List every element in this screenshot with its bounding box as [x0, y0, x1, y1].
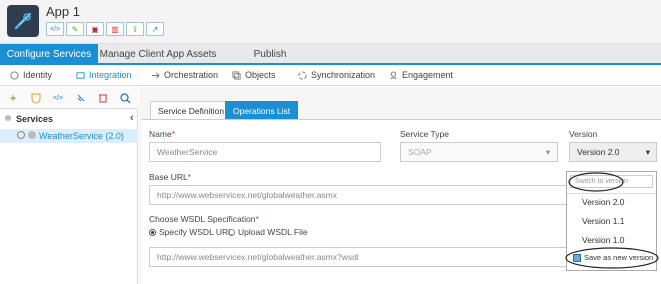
tab-manage-client-app-assets[interactable]: Manage Client App Assets: [98, 44, 218, 65]
edit-icon[interactable]: ✎: [66, 22, 84, 36]
base-url-label-text: Base URL: [149, 172, 188, 182]
radio-unselected-icon: [228, 228, 235, 236]
integration-icon: [76, 71, 85, 79]
menu-divider: [567, 193, 656, 194]
sidebar-toolbar: + </>: [0, 87, 138, 109]
base-url-input[interactable]: http://www.webservicex.net/globalweather…: [149, 185, 569, 205]
orchestration-icon: [151, 71, 160, 79]
version-option-1-0[interactable]: Version 1.0: [582, 235, 625, 245]
chevron-down-icon: ▾: [545, 147, 550, 157]
tab-configure-services[interactable]: Configure Services: [0, 44, 98, 65]
required-mark: *: [255, 214, 259, 224]
wsdl-url-radio-label: Specify WSDL URL: [159, 227, 233, 237]
wsdl-spec-label: Choose WSDL Specification*: [149, 214, 259, 224]
subnav-orchestration-label: Orchestration: [164, 70, 219, 80]
tab-publish[interactable]: Publish: [236, 44, 304, 65]
sub-navigation: Identity Integration Orchestration Objec…: [0, 66, 661, 86]
version-select[interactable]: Version 2.0 ▾: [569, 142, 657, 162]
app-header: App 1 </> ✎ ▣ ▥ ⇪ ↗: [0, 0, 661, 44]
objects-icon: [232, 70, 241, 80]
services-heading-label: Services: [16, 114, 54, 124]
name-label: Name*: [149, 129, 175, 139]
tab-service-definition[interactable]: Service Definition: [150, 101, 233, 119]
name-label-text: Name: [149, 129, 172, 139]
service-type-select[interactable]: SOAP ▾: [400, 142, 558, 162]
subnav-engagement-label: Engagement: [402, 70, 454, 80]
wsdl-spec-label-text: Choose WSDL Specification: [149, 214, 256, 224]
annotation-ellipse: [565, 247, 659, 269]
subnav-objects[interactable]: Objects: [232, 70, 276, 80]
subnav-engagement[interactable]: Engagement: [389, 70, 453, 80]
subnav-synchronization-label: Synchronization: [311, 70, 376, 80]
collapse-sidebar-icon[interactable]: ‹: [130, 112, 134, 124]
service-type-value: SOAP: [408, 147, 432, 157]
services-heading: Services ‹: [0, 112, 138, 127]
subnav-orchestration[interactable]: Orchestration: [151, 70, 218, 80]
required-mark: *: [187, 172, 192, 182]
app-logo-icon: [7, 5, 39, 37]
identity-icon: [10, 70, 19, 80]
engagement-icon: [390, 70, 397, 79]
code-icon[interactable]: </>: [52, 92, 64, 104]
add-icon[interactable]: +: [7, 91, 19, 105]
wsdl-upload-radio[interactable]: Upload WSDL File: [228, 227, 308, 237]
subnav-identity[interactable]: Identity: [10, 70, 52, 80]
base-url-label: Base URL*: [149, 172, 191, 182]
sidebar-item-weatherservice[interactable]: WeatherService (2.0): [0, 129, 138, 143]
subnav-synchronization[interactable]: Synchronization: [298, 70, 375, 80]
radio-selected-icon: [149, 228, 156, 236]
services-sidebar: + </> Services ‹ WeatherService (2.0): [0, 87, 138, 284]
service-type-label: Service Type: [400, 129, 449, 139]
soap-service-icon: [28, 131, 36, 139]
main-tabs: Configure Services Manage Client App Ass…: [0, 44, 661, 65]
wsdl-url-radio[interactable]: Specify WSDL URL: [149, 227, 233, 237]
annotation-ellipse: [568, 172, 624, 192]
app-title: App 1: [46, 4, 80, 19]
services-expand-icon: [4, 114, 12, 124]
export-icon[interactable]: ⇪: [126, 22, 144, 36]
version-option-1-1[interactable]: Version 1.1: [582, 216, 625, 226]
name-input[interactable]: WeatherService: [149, 142, 381, 162]
sync-icon: [298, 70, 307, 80]
lock-icon[interactable]: ▣: [86, 22, 104, 36]
delete-icon[interactable]: ▥: [106, 22, 124, 36]
required-mark: *: [171, 129, 175, 139]
subnav-integration-label: Integration: [89, 70, 132, 80]
app-toolbar: </> ✎ ▣ ▥ ⇪ ↗: [46, 22, 164, 36]
delete-icon[interactable]: [97, 92, 109, 104]
wsdl-upload-radio-label: Upload WSDL File: [238, 227, 308, 237]
tag-icon[interactable]: [75, 92, 87, 104]
version-option-2-0[interactable]: Version 2.0: [582, 197, 625, 207]
code-icon[interactable]: </>: [46, 22, 64, 36]
sidebar-item-label: WeatherService (2.0): [39, 131, 124, 141]
share-icon[interactable]: ↗: [146, 22, 164, 36]
search-icon[interactable]: [119, 92, 131, 104]
subnav-integration[interactable]: Integration: [76, 70, 132, 80]
service-node-icon: [17, 131, 25, 139]
shield-icon[interactable]: [30, 92, 42, 104]
chevron-down-icon: ▾: [645, 147, 650, 157]
version-dropdown-menu: Switch to version Version 2.0 Version 1.…: [565, 171, 659, 271]
subnav-objects-label: Objects: [245, 70, 276, 80]
subnav-identity-label: Identity: [23, 70, 53, 80]
tab-operations-list[interactable]: Operations List: [225, 101, 299, 119]
version-value: Version 2.0: [577, 147, 620, 157]
wsdl-url-input[interactable]: http://www.webservicex.net/globalweather…: [149, 247, 569, 267]
version-label: Version: [569, 129, 598, 139]
